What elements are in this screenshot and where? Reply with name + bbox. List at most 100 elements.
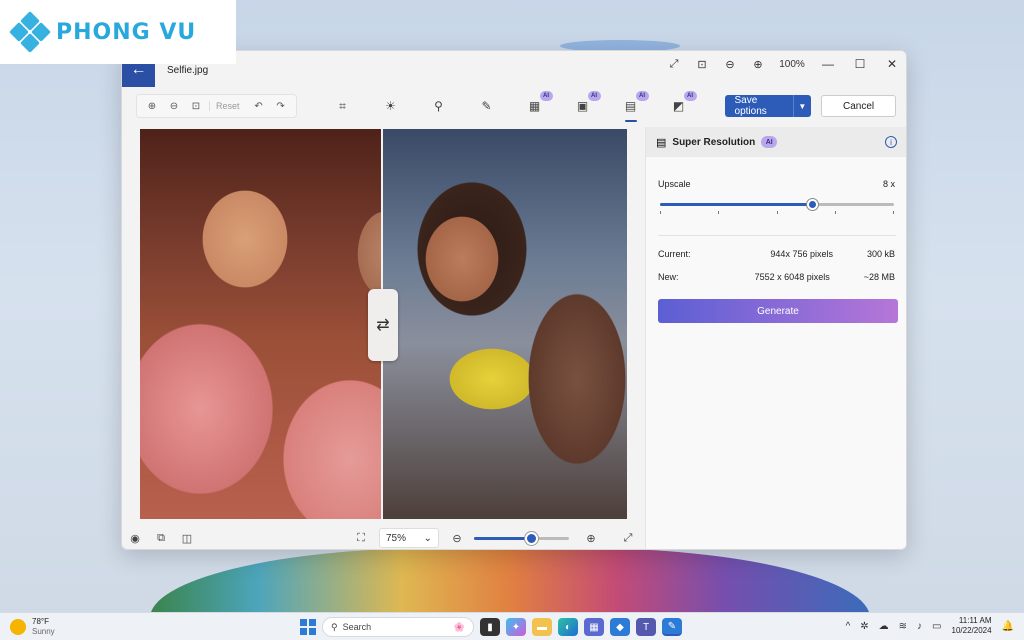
store-icon[interactable]: ▦ — [584, 618, 604, 636]
file-explorer-icon[interactable]: ▬ — [532, 618, 552, 636]
zoom-out-icon[interactable]: ⊖ — [444, 532, 470, 545]
upscale-label: Upscale — [658, 179, 691, 189]
windows-start-icon[interactable] — [300, 619, 316, 635]
title-bar: ← Selfie.jpg ⤢ ⊡ ⊖ ⊕ 100% — ☐ ✕ — [122, 51, 906, 89]
title-bar-controls: ⤢ ⊡ ⊖ ⊕ 100% — ☐ ✕ — [660, 51, 906, 77]
ai-badge: AI — [539, 91, 553, 101]
copilot-icon[interactable]: ✦ — [506, 618, 526, 636]
tab-restyle[interactable]: ◩ AI — [655, 91, 703, 118]
task-view-icon[interactable]: ▮ — [480, 618, 500, 636]
zoom-select-value: 75% — [386, 532, 407, 544]
maximize-button[interactable]: ☐ — [844, 57, 876, 71]
ai-badge: AI — [761, 136, 778, 148]
upscale-ticks — [660, 211, 894, 214]
split-view-icon[interactable]: ◫ — [174, 532, 200, 545]
actual-size-icon[interactable]: ⊡ — [187, 101, 205, 112]
wallpaper-bloom — [150, 548, 870, 618]
photos-window: ← Selfie.jpg ⤢ ⊡ ⊖ ⊕ 100% — ☐ ✕ ⊕ ⊖ ⊡ Re… — [121, 50, 907, 550]
tab-background[interactable]: ▣ AI — [559, 91, 607, 118]
app-icon[interactable]: ◆ — [610, 618, 630, 636]
undo-icon[interactable]: ↶ — [250, 101, 268, 112]
network-app-icon[interactable]: ✲ — [860, 621, 868, 632]
swap-arrows-icon: ⇄ — [376, 317, 390, 334]
new-dimensions: 7552 x 6048 pixels — [754, 272, 830, 282]
save-options-button[interactable]: Save options — [724, 95, 793, 117]
cancel-button[interactable]: Cancel — [821, 95, 896, 117]
tool-tabs: ⌗ ☀ ⚲ ✎ ▦ AI ▣ AI ▤ AI ◩ AI — [319, 91, 703, 122]
overlay-icon[interactable]: ⧉ — [148, 532, 174, 545]
file-name: Selfie.jpg — [167, 64, 209, 76]
zoom-select[interactable]: 75% ⌄ — [379, 528, 439, 548]
tab-adjust[interactable]: ☀ — [367, 94, 415, 118]
tab-generative-erase[interactable]: ▦ AI — [511, 91, 559, 118]
actual-size-icon[interactable]: ⊡ — [688, 58, 716, 71]
zoom-out-icon[interactable]: ⊖ — [165, 101, 183, 112]
wifi-icon[interactable]: ≋ — [899, 621, 907, 632]
fullscreen-icon[interactable]: ⤢ — [615, 532, 641, 545]
super-resolution-icon: ▤ — [656, 136, 667, 149]
eye-icon[interactable]: ◉ — [122, 532, 148, 545]
chevron-up-icon[interactable]: ^ — [846, 621, 851, 632]
tab-filter[interactable]: ⚲ — [415, 94, 463, 118]
cloud-icon[interactable]: ☁ — [879, 621, 889, 632]
current-dimensions: 944x 756 pixels — [770, 249, 833, 259]
sun-icon — [10, 618, 26, 635]
minimize-button[interactable]: — — [812, 57, 844, 71]
save-options-dropdown[interactable]: ▼ — [792, 95, 812, 117]
divider — [658, 235, 896, 236]
save-options-split-button: Save options ▼ — [724, 95, 812, 117]
chevron-down-icon: ▼ — [798, 101, 807, 111]
search-highlight-icon: 🌸 — [453, 621, 465, 632]
ai-badge: AI — [587, 91, 601, 101]
tab-super-resolution[interactable]: ▤ AI — [607, 91, 655, 122]
expand-icon[interactable]: ⤢ — [660, 58, 688, 71]
info-icon[interactable]: i — [885, 136, 897, 148]
tab-markup[interactable]: ✎ — [463, 94, 511, 118]
zoom-out-icon[interactable]: ⊖ — [716, 58, 744, 71]
zoom-in-icon[interactable]: ⊕ — [744, 58, 772, 71]
weather-widget[interactable]: 78°F Sunny — [10, 617, 55, 637]
taskbar-apps: ⚲ Search 🌸 ▮ ✦ ▬ ◐ ▦ ◆ T ✎ — [300, 617, 682, 637]
time: 11:11 AM — [958, 616, 992, 625]
panel-header: ▤ Super Resolution AI i — [646, 127, 906, 157]
view-controls: ⊕ ⊖ ⊡ Reset ↶ ↷ — [136, 94, 297, 118]
ai-badge: AI — [683, 91, 697, 101]
search-icon: ⚲ — [331, 621, 338, 632]
current-label: Current: — [658, 249, 691, 259]
teams-icon[interactable]: T — [636, 618, 656, 636]
zoom-in-icon[interactable]: ⊕ — [578, 532, 604, 545]
zoom-slider-thumb[interactable] — [525, 532, 538, 545]
upscale-slider[interactable] — [660, 199, 894, 210]
notification-icon[interactable]: 🔔 — [1002, 621, 1014, 632]
current-size: 300 kB — [866, 249, 895, 259]
super-resolution-icon: ▤ — [624, 99, 637, 113]
system-tray: ^ ✲ ☁ ≋ ♪ ▭ 11:11 AM 10/22/2024 🔔 — [846, 616, 1014, 636]
compare-handle[interactable]: ⇄ — [368, 289, 398, 361]
zoom-slider[interactable] — [474, 532, 569, 545]
photos-icon[interactable]: ✎ — [662, 618, 682, 636]
erase-icon: ▦ — [528, 99, 541, 113]
tab-crop[interactable]: ⌗ — [319, 94, 367, 118]
date: 10/22/2024 — [951, 626, 992, 635]
close-button[interactable]: ✕ — [876, 57, 906, 71]
zoom-in-icon[interactable]: ⊕ — [143, 101, 161, 112]
photo-enhanced — [382, 129, 627, 519]
panel-title: Super Resolution — [672, 136, 756, 148]
clock[interactable]: 11:11 AM 10/22/2024 — [952, 616, 992, 636]
upscale-slider-thumb[interactable] — [807, 199, 819, 210]
volume-icon[interactable]: ♪ — [917, 621, 922, 632]
zoom-level: 100% — [779, 58, 805, 70]
redo-icon[interactable]: ↷ — [272, 101, 290, 112]
generate-button[interactable]: Generate — [658, 299, 898, 323]
brightness-icon: ☀ — [385, 99, 396, 113]
zoom-slider-fill — [474, 537, 531, 540]
temperature: 78°F — [32, 616, 49, 626]
edit-toolbar: ⊕ ⊖ ⊡ Reset ↶ ↷ ⌗ ☀ ⚲ ✎ ▦ AI ▣ AI ▤ AI ◩ AI … — [136, 91, 896, 122]
taskbar-search[interactable]: ⚲ Search 🌸 — [322, 617, 474, 637]
reset-button[interactable]: Reset — [209, 101, 246, 111]
fit-screen-icon[interactable]: ⛶ — [348, 532, 374, 545]
edge-icon[interactable]: ◐ — [558, 618, 578, 636]
battery-icon[interactable]: ▭ — [932, 621, 941, 632]
image-canvas[interactable]: ⇄ — [140, 129, 627, 519]
logo-mark-icon — [9, 11, 51, 53]
